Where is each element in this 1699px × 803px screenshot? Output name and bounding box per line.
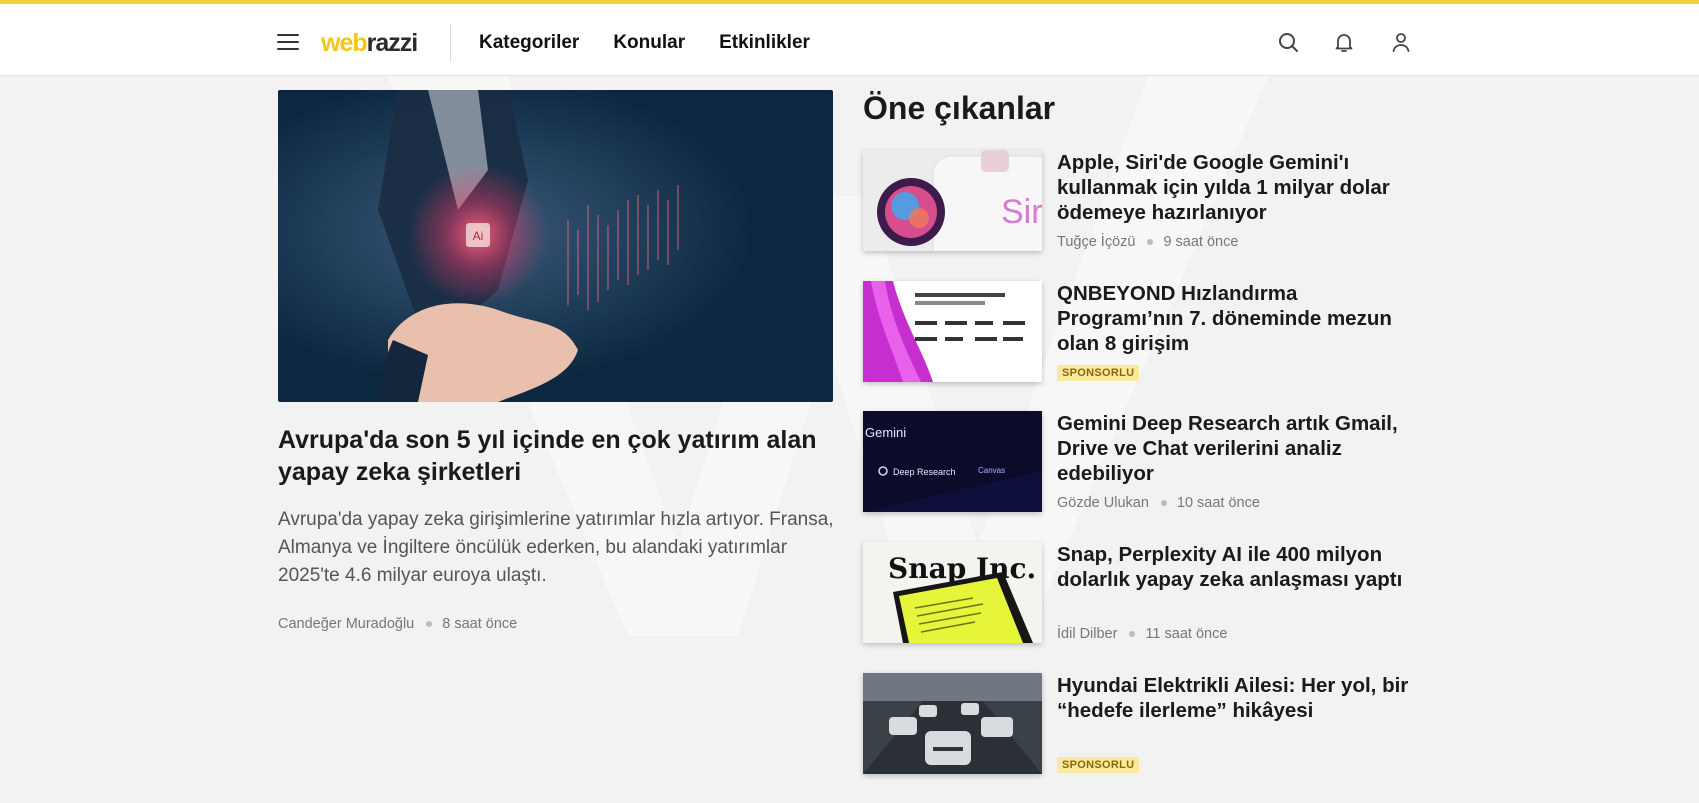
main-nav: Kategoriler Konular Etkinlikler bbox=[479, 30, 810, 56]
featured-item-title[interactable]: Gemini Deep Research artık Gmail, Drive … bbox=[1057, 411, 1417, 486]
featured-item-title[interactable]: Hyundai Elektrikli Ailesi: Her yol, bir … bbox=[1057, 673, 1417, 723]
hero-article-summary: Avrupa'da yapay zeka girişimlerine yatır… bbox=[278, 509, 834, 586]
featured-item-title[interactable]: Snap, Perplexity AI ile 400 milyon dolar… bbox=[1057, 542, 1417, 592]
featured-item: Siri Apple, Siri'de Google Gemini'ı kull… bbox=[863, 150, 1423, 252]
publish-time: 8 saat önce bbox=[442, 616, 518, 632]
thumbnail-text: Gemini bbox=[865, 425, 906, 440]
publish-time: 9 saat önce bbox=[1163, 234, 1239, 250]
hero-article-title[interactable]: Avrupa'da son 5 yıl içinde en çok yatırı… bbox=[278, 424, 838, 488]
site-logo[interactable]: webrazzi bbox=[321, 28, 418, 58]
featured-item-thumbnail[interactable]: Siri bbox=[863, 150, 1042, 251]
meta-separator-dot bbox=[1147, 239, 1154, 245]
featured-item-thumbnail[interactable] bbox=[863, 673, 1042, 774]
publish-time: 11 saat önce bbox=[1145, 626, 1228, 642]
site-header: webrazzi Kategoriler Konular Etkinlikler bbox=[0, 4, 1699, 76]
meta-separator-dot bbox=[426, 621, 433, 627]
svg-text:Canvas: Canvas bbox=[978, 466, 1005, 475]
featured-item-thumbnail[interactable]: Snap Inc. bbox=[863, 542, 1042, 643]
hero-article-image[interactable]: Ai bbox=[278, 90, 833, 402]
featured-section-title: Öne çıkanlar bbox=[863, 90, 1056, 126]
meta-separator-dot bbox=[1129, 631, 1136, 637]
featured-item-meta: Gözde Ulukan 10 saat önce bbox=[1057, 495, 1260, 511]
sponsored-badge: SPONSORLU bbox=[1057, 365, 1140, 381]
bell-icon[interactable] bbox=[1332, 30, 1356, 54]
featured-item-title[interactable]: Apple, Siri'de Google Gemini'ı kullanmak… bbox=[1057, 150, 1417, 225]
search-icon[interactable] bbox=[1276, 30, 1300, 54]
user-icon[interactable] bbox=[1389, 30, 1413, 54]
svg-text:Deep Research: Deep Research bbox=[893, 467, 956, 477]
nav-item-konular[interactable]: Konular bbox=[613, 30, 685, 56]
featured-item-thumbnail[interactable]: Gemini Deep Research Canvas bbox=[863, 411, 1042, 512]
meta-separator-dot bbox=[1160, 500, 1167, 506]
author-name[interactable]: Candeğer Muradoğlu bbox=[278, 616, 414, 632]
featured-item-meta: İdil Dilber 11 saat önce bbox=[1057, 626, 1227, 642]
header-divider bbox=[450, 24, 451, 62]
svg-text:Ai: Ai bbox=[473, 229, 484, 243]
featured-item-meta: Tuğçe İçözü 9 saat önce bbox=[1057, 234, 1238, 250]
nav-item-kategoriler[interactable]: Kategoriler bbox=[479, 30, 579, 56]
sponsored-badge: SPONSORLU bbox=[1057, 757, 1140, 773]
featured-item: Snap Inc. Snap, Perplexity AI ile 400 mi… bbox=[863, 542, 1423, 644]
thumbnail-text: Siri bbox=[1001, 193, 1042, 231]
featured-item: QNBEYOND Hızlandırma Programı’nın 7. dön… bbox=[863, 281, 1423, 383]
featured-item: Hyundai Elektrikli Ailesi: Her yol, bir … bbox=[863, 673, 1423, 775]
hero-article-meta: Candeğer Muradoğlu 8 saat önce bbox=[278, 616, 517, 632]
publish-time: 10 saat önce bbox=[1176, 495, 1260, 511]
hamburger-menu-icon[interactable] bbox=[277, 34, 299, 50]
author-name[interactable]: Gözde Ulukan bbox=[1057, 495, 1149, 511]
featured-item-title[interactable]: QNBEYOND Hızlandırma Programı’nın 7. dön… bbox=[1057, 281, 1417, 356]
featured-item: Gemini Deep Research Canvas Gemini Deep … bbox=[863, 411, 1423, 513]
nav-item-etkinlikler[interactable]: Etkinlikler bbox=[719, 30, 810, 56]
featured-item-thumbnail[interactable] bbox=[863, 281, 1042, 382]
author-name[interactable]: Tuğçe İçözü bbox=[1057, 234, 1135, 250]
author-name[interactable]: İdil Dilber bbox=[1057, 626, 1117, 642]
